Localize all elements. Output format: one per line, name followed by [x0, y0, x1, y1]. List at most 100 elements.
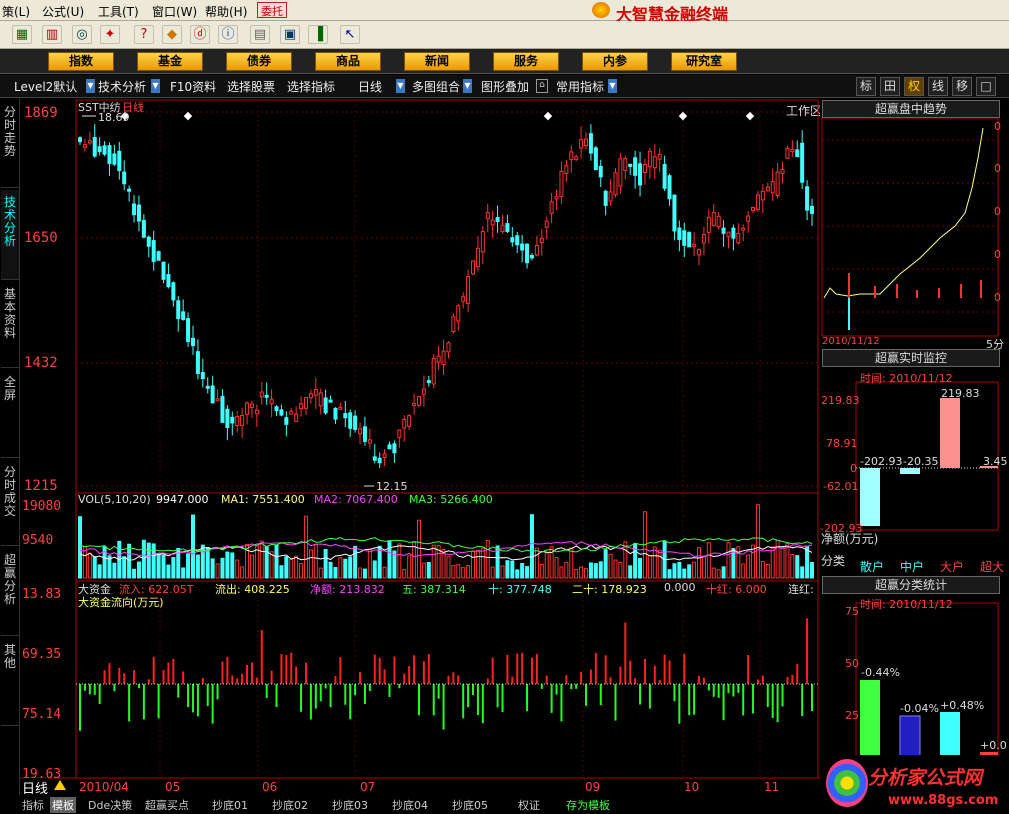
fund-outflow-bar: [398, 684, 401, 689]
nav-fund[interactable]: 基金: [137, 52, 203, 71]
monitor-cat-retail: 散户: [860, 560, 885, 574]
price-low-label: 12.15: [376, 480, 408, 493]
tab-multi-chart[interactable]: 多图组合: [412, 78, 460, 95]
tab-select-stock[interactable]: 选择股票: [227, 78, 275, 95]
d-circle-icon[interactable]: ⓓ: [190, 25, 210, 44]
fund-inflow-bar: [761, 675, 764, 684]
fund-outflow-bar: [712, 684, 715, 697]
grid-button[interactable]: 田: [880, 77, 900, 96]
tab-daily[interactable]: 日线: [358, 78, 382, 95]
flag-icon[interactable]: ▦: [12, 25, 32, 44]
tab-tech-analysis[interactable]: 技术分析: [98, 78, 146, 95]
volume-bar: [746, 554, 751, 579]
classify-bar-retail: [860, 680, 880, 760]
pointer-help-icon[interactable]: ↖: [340, 25, 360, 44]
fund-outflow-bar: [363, 684, 366, 704]
move-button[interactable]: 移: [952, 77, 972, 96]
btab-bottom05[interactable]: 抄底05: [452, 797, 488, 813]
btab-bottom04[interactable]: 抄底04: [392, 797, 428, 813]
candlestick: [436, 355, 441, 363]
fund-zero: 0.000: [664, 581, 696, 594]
btab-save-template[interactable]: 存为模板: [566, 797, 610, 813]
volume-bar: [190, 514, 195, 579]
dropdown-arrow-icon[interactable]: ▼: [463, 79, 472, 93]
dropdown-arrow-icon[interactable]: ▼: [396, 79, 405, 93]
fund-outflow-bar: [501, 684, 504, 713]
alarm-icon[interactable]: ✦: [100, 25, 120, 44]
lock-icon[interactable]: ⌂: [536, 79, 548, 93]
period-up-arrow-icon[interactable]: [54, 780, 66, 790]
volume-bar: [274, 544, 279, 579]
menu-tools[interactable]: 工具(T): [98, 3, 139, 20]
btab-indicator[interactable]: 指标: [22, 797, 44, 813]
fund-outflow-bar: [300, 684, 303, 712]
btab-warrant[interactable]: 权证: [518, 797, 540, 813]
candlestick: [303, 396, 308, 409]
i-circle-icon[interactable]: ⓘ: [218, 25, 238, 44]
stack-icon[interactable]: ▥: [42, 25, 62, 44]
btab-dde[interactable]: Dde决策: [88, 797, 132, 813]
binoculars-icon[interactable]: ◎: [72, 25, 92, 44]
menu-formula[interactable]: 公式(U): [42, 3, 84, 20]
dropdown-arrow-icon[interactable]: ▼: [151, 79, 160, 93]
nav-bond[interactable]: 债券: [226, 52, 292, 71]
btab-bottom02[interactable]: 抄底02: [272, 797, 308, 813]
nav-insider[interactable]: 内参: [582, 52, 648, 71]
clipboard-icon[interactable]: ▤: [250, 25, 270, 44]
menu-help[interactable]: 帮助(H): [205, 3, 247, 20]
candlestick: [235, 416, 240, 427]
volume-bar: [333, 567, 338, 579]
volume-bar: [751, 544, 756, 579]
volume-bar: [721, 566, 726, 579]
candlestick: [431, 357, 436, 385]
entrust-button[interactable]: 委托: [257, 2, 287, 18]
line-button[interactable]: 线: [928, 77, 948, 96]
diamond-icon[interactable]: ◆: [162, 25, 182, 44]
nav-research[interactable]: 研究室: [671, 52, 737, 71]
fund-inflow-bar: [334, 675, 337, 684]
menu-window[interactable]: 窗口(W): [152, 3, 197, 20]
fund-red: 十红: 6.000: [706, 583, 767, 596]
dropdown-arrow-icon[interactable]: ▼: [608, 79, 617, 93]
books-icon[interactable]: ▐: [308, 25, 328, 44]
main-chart-area[interactable]: ◆ ◆ ◆ ◆ ◆: [0, 98, 820, 795]
candlestick: [461, 296, 466, 302]
fund-inflow-bar: [304, 662, 307, 684]
fund-ten: 十: 377.748: [488, 583, 552, 596]
fund-inflow-bar: [236, 678, 239, 684]
menu-strategy[interactable]: 策(L): [2, 3, 30, 20]
help-book-icon[interactable]: ?: [134, 25, 154, 44]
candlestick: [78, 137, 82, 143]
tab-f10[interactable]: F10资料: [170, 78, 216, 95]
nav-service[interactable]: 服务: [493, 52, 559, 71]
btab-bottom01[interactable]: 抄底01: [212, 797, 248, 813]
nav-news[interactable]: 新闻: [404, 52, 470, 71]
fund-outflow-bar: [722, 684, 725, 721]
tab-overlay[interactable]: 图形叠加: [481, 78, 529, 95]
btab-bottom03[interactable]: 抄底03: [332, 797, 368, 813]
candlestick: [274, 406, 279, 412]
volume-bar: [480, 547, 485, 579]
volume-bar: [358, 567, 363, 579]
trend-volume-bar: [916, 290, 918, 298]
price-high-label: 18.69: [98, 111, 130, 124]
candlestick: [736, 232, 741, 244]
fund-outflow-bar: [442, 684, 445, 730]
btab-template[interactable]: 模板: [50, 797, 76, 813]
nav-commodity[interactable]: 商品: [315, 52, 381, 71]
tab-level2-default[interactable]: Level2默认: [14, 78, 77, 95]
candlestick: [416, 395, 421, 406]
window-icon[interactable]: ▣: [280, 25, 300, 44]
nav-index[interactable]: 指数: [48, 52, 114, 71]
dropdown-arrow-icon[interactable]: ▼: [86, 79, 95, 93]
btab-buy-point[interactable]: 超赢买点: [145, 797, 189, 813]
rights-button[interactable]: 权: [904, 77, 924, 96]
candlestick: [210, 385, 215, 404]
tab-common-indicator[interactable]: 常用指标: [556, 78, 604, 95]
box-button[interactable]: □: [976, 77, 996, 96]
volume-bar: [362, 568, 367, 579]
volume-bar: [112, 562, 117, 579]
tab-select-indicator[interactable]: 选择指标: [287, 78, 335, 95]
candlestick: [249, 403, 254, 409]
mark-button[interactable]: 标: [856, 77, 876, 96]
